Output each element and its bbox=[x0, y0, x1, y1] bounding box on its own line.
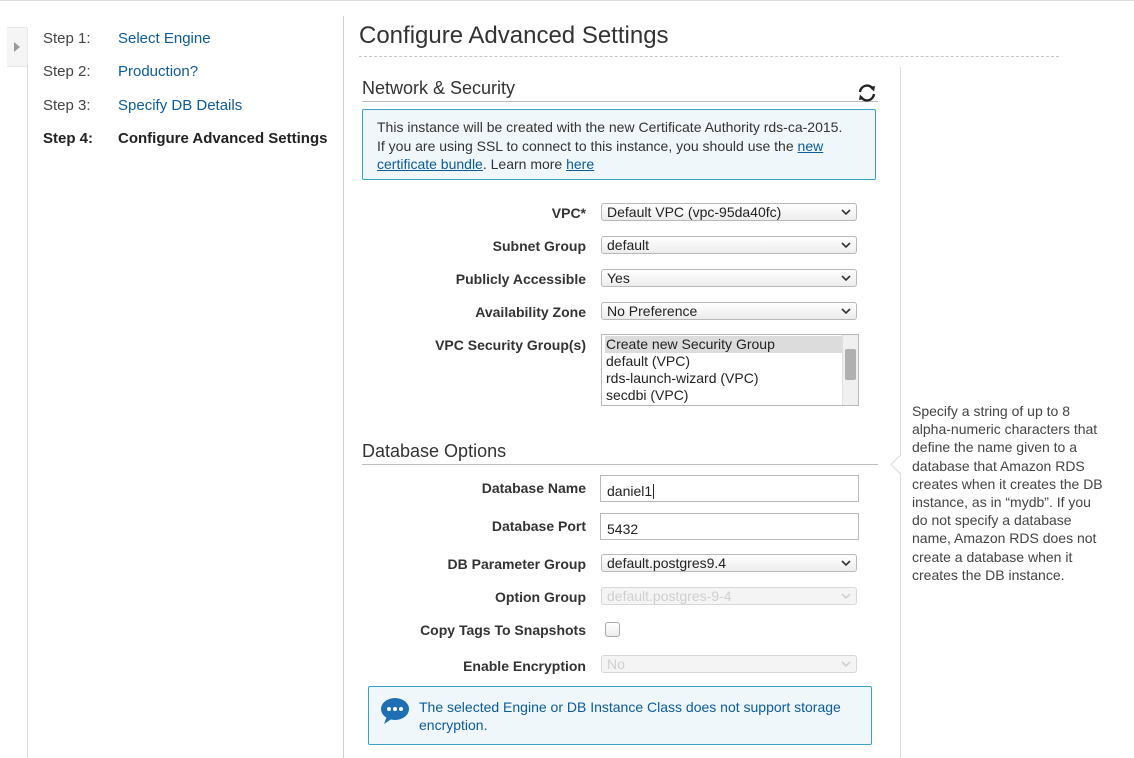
step-link-select-engine[interactable]: Select Engine bbox=[118, 30, 211, 47]
vpc-security-groups-listbox[interactable]: Create new Security Group default (VPC) … bbox=[601, 334, 859, 406]
section-divider bbox=[362, 464, 878, 465]
subnet-group-value: default bbox=[607, 237, 650, 253]
help-line: alpha-numeric characters that bbox=[912, 421, 1098, 438]
step-number: Step 1: bbox=[43, 30, 91, 47]
database-port-value: 5432 bbox=[607, 521, 639, 537]
help-line: instance, as in “mydb”. If you bbox=[912, 494, 1091, 511]
enable-encryption-label: Enable Encryption bbox=[463, 658, 586, 674]
step-link-production[interactable]: Production? bbox=[118, 63, 198, 80]
encryption-notice: The selected Engine or DB Instance Class… bbox=[368, 686, 872, 745]
step-number: Step 3: bbox=[43, 97, 91, 114]
help-line: define the name given to a bbox=[912, 439, 1078, 456]
scrollbar-thumb[interactable] bbox=[845, 349, 856, 380]
db-parameter-group-label: DB Parameter Group bbox=[447, 556, 586, 572]
refresh-icon[interactable] bbox=[856, 83, 878, 103]
expand-sidebar-button[interactable] bbox=[7, 27, 28, 67]
help-line: creates when it creates the DB bbox=[912, 475, 1103, 492]
list-option[interactable]: secdbi (VPC) bbox=[605, 387, 844, 404]
section-divider bbox=[362, 101, 878, 102]
chevron-down-icon bbox=[841, 209, 851, 216]
publicly-accessible-select[interactable]: Yes bbox=[601, 269, 857, 287]
option-group-label: Option Group bbox=[495, 589, 586, 605]
help-pointer-arrow bbox=[890, 455, 909, 474]
subnet-group-select[interactable]: default bbox=[601, 236, 857, 254]
info-text: If you are using SSL to connect to this … bbox=[377, 138, 798, 154]
step-current-label: Configure Advanced Settings bbox=[118, 130, 328, 147]
availability-zone-value: No Preference bbox=[607, 303, 698, 319]
help-line: name, Amazon RDS does not bbox=[912, 530, 1097, 547]
publicly-accessible-value: Yes bbox=[607, 270, 630, 286]
chevron-down-icon bbox=[841, 242, 851, 249]
chevron-down-icon bbox=[841, 308, 851, 315]
certificate-bundle-link[interactable]: certificate bundle bbox=[377, 156, 483, 172]
help-line: do not specify a database bbox=[912, 512, 1072, 529]
enable-encryption-value: No bbox=[607, 656, 625, 672]
step-link-specify-db-details[interactable]: Specify DB Details bbox=[118, 97, 242, 114]
new-certificate-link[interactable]: new bbox=[798, 138, 824, 154]
copy-tags-checkbox[interactable] bbox=[605, 622, 620, 637]
help-line: database that Amazon RDS bbox=[912, 457, 1085, 474]
step-number: Step 4: bbox=[43, 130, 94, 147]
database-name-label: Database Name bbox=[481, 480, 586, 496]
help-line: Specify a string of up to 8 bbox=[912, 403, 1070, 419]
availability-zone-label: Availability Zone bbox=[475, 304, 586, 320]
database-port-label: Database Port bbox=[491, 518, 586, 534]
copy-tags-label: Copy Tags To Snapshots bbox=[420, 622, 586, 638]
notice-text-line2: encryption. bbox=[419, 717, 488, 733]
publicly-accessible-label: Publicly Accessible bbox=[455, 271, 586, 287]
list-option[interactable]: default (VPC) bbox=[605, 353, 844, 370]
db-parameter-group-value: default.postgres9.4 bbox=[607, 555, 727, 571]
sidebar-divider bbox=[343, 16, 344, 758]
vpc-security-groups-label: VPC Security Group(s) bbox=[435, 337, 586, 353]
option-group-value: default.postgres-9-4 bbox=[607, 588, 732, 604]
help-line: create a database when it bbox=[912, 548, 1073, 565]
db-parameter-group-select[interactable]: default.postgres9.4 bbox=[601, 554, 857, 572]
top-border bbox=[0, 0, 1134, 1]
section-title-database-options: Database Options bbox=[362, 441, 507, 461]
learn-more-link[interactable]: here bbox=[566, 156, 594, 172]
info-text-line2: If you are using SSL to connect to this … bbox=[377, 138, 823, 154]
subnet-group-label: Subnet Group bbox=[492, 238, 586, 254]
info-text: . Learn more bbox=[482, 156, 567, 172]
database-port-input[interactable]: 5432 bbox=[600, 513, 859, 540]
option-group-select: default.postgres-9-4 bbox=[601, 587, 857, 605]
text-cursor bbox=[653, 484, 655, 499]
enable-encryption-select: No bbox=[601, 655, 857, 673]
vpc-value: Default VPC (vpc-95da40fc) bbox=[607, 204, 782, 220]
vpc-select[interactable]: Default VPC (vpc-95da40fc) bbox=[601, 203, 857, 221]
chevron-down-icon bbox=[841, 593, 851, 600]
database-name-value: daniel1 bbox=[607, 483, 653, 499]
step-number: Step 2: bbox=[43, 63, 91, 80]
chevron-down-icon bbox=[841, 275, 851, 282]
list-option[interactable]: Create new Security Group bbox=[605, 336, 844, 353]
list-option[interactable]: rds-launch-wizard (VPC) bbox=[605, 370, 844, 387]
left-border bbox=[27, 64, 28, 758]
notice-text-line1: The selected Engine or DB Instance Class… bbox=[419, 699, 841, 715]
chevron-right-icon bbox=[14, 42, 20, 52]
chevron-down-icon bbox=[841, 560, 851, 567]
info-text-line3: certificate bundle. Learn more here bbox=[377, 156, 594, 172]
info-text-line1: This instance will be created with the n… bbox=[377, 119, 843, 135]
title-divider bbox=[359, 56, 1059, 57]
database-name-input[interactable]: daniel1 bbox=[600, 475, 859, 502]
help-line: creates the DB instance. bbox=[912, 566, 1065, 583]
certificate-info-box: This instance will be created with the n… bbox=[362, 109, 876, 180]
help-panel-divider bbox=[900, 67, 901, 758]
availability-zone-select[interactable]: No Preference bbox=[601, 302, 857, 320]
speech-bubble-icon bbox=[381, 698, 409, 724]
listbox-scrollbar[interactable] bbox=[842, 335, 858, 405]
section-title-network-security: Network & Security bbox=[362, 78, 516, 98]
chevron-down-icon bbox=[841, 661, 851, 668]
vpc-label: VPC* bbox=[551, 205, 586, 221]
help-text: Specify a string of up to 8 alpha-numeri… bbox=[912, 402, 1112, 584]
page-title: Configure Advanced Settings bbox=[359, 22, 669, 49]
